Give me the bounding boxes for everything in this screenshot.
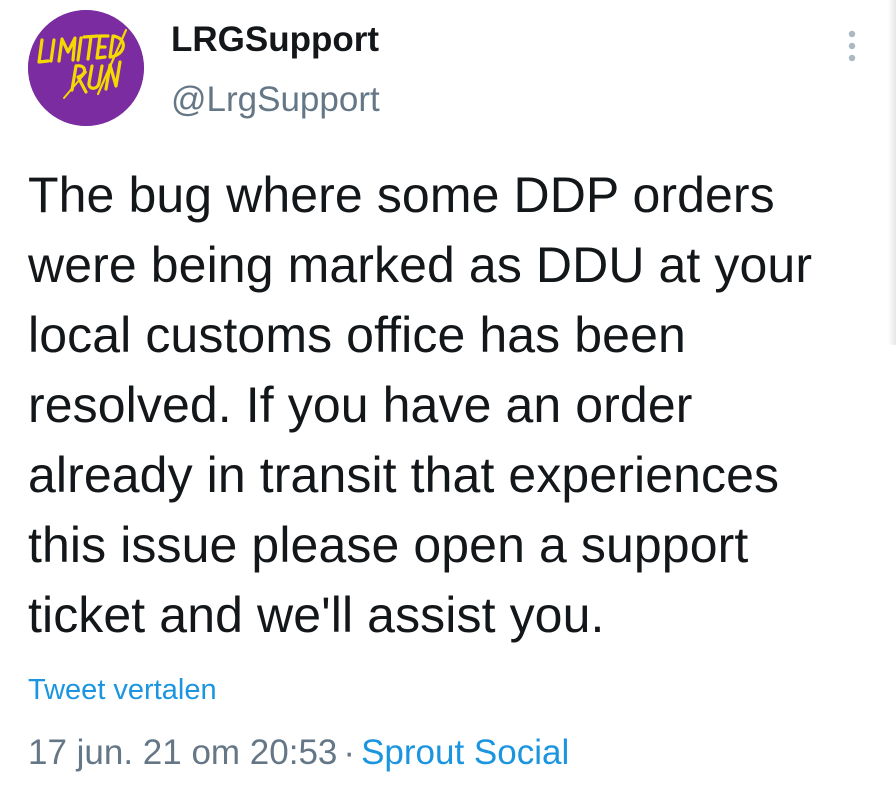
limited-run-logo-icon — [28, 10, 144, 126]
meta-separator: · — [343, 733, 356, 772]
tweet-text: The bug where some DDP orders were being… — [28, 167, 813, 643]
author-display-name[interactable]: LRGSupport — [171, 20, 379, 60]
more-options-button[interactable] — [834, 26, 870, 66]
avatar[interactable] — [28, 10, 144, 126]
tweet-source-link[interactable]: Sprout Social — [361, 733, 569, 772]
scrollbar[interactable] — [888, 0, 896, 345]
translate-tweet-link[interactable]: Tweet vertalen — [28, 674, 217, 707]
tweet-card: LRGSupport @LrgSupport The bug where som… — [0, 0, 896, 800]
tweet-meta: 17 jun. 21 om 20:53 · Sprout Social — [28, 733, 569, 773]
more-vertical-icon — [848, 30, 856, 62]
author-handle[interactable]: @LrgSupport — [171, 80, 380, 120]
tweet-timestamp[interactable]: 17 jun. 21 om 20:53 — [28, 733, 337, 772]
